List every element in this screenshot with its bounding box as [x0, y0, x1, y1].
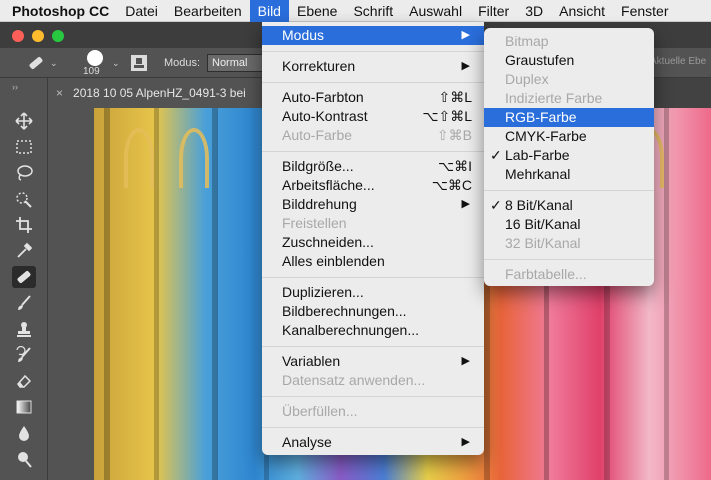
quick-selection-tool-icon[interactable] [12, 188, 36, 210]
menu-bild[interactable]: Bild [249, 0, 289, 22]
submenu-arrow-icon: ▶ [461, 436, 470, 448]
mode-label: Modus: [164, 57, 201, 69]
menu-ebene[interactable]: Ebene [289, 0, 345, 22]
submenu-item-graustufen[interactable]: Graustufen [484, 51, 654, 70]
checkmark-icon: ✓ [490, 147, 502, 163]
menu-bearbeiten[interactable]: Bearbeiten [166, 0, 250, 22]
minimize-window-button[interactable] [32, 30, 44, 42]
shortcut-label: ⌥⇧⌘L [422, 108, 472, 124]
menu-datei[interactable]: Datei [117, 0, 166, 22]
menu-item-bildgroesse[interactable]: Bildgröße... ⌥⌘I [262, 157, 484, 176]
healing-brush-tool-icon[interactable] [12, 266, 36, 288]
history-brush-tool-icon[interactable] [12, 344, 36, 366]
sample-layer-select[interactable]: Aktuelle Ebe [650, 56, 706, 67]
menu-item-auto-farbton[interactable]: Auto-Farbton ⇧⌘L [262, 88, 484, 107]
shortcut-label: ⇧⌘L [438, 89, 472, 105]
submenu-item-8-bit[interactable]: ✓ 8 Bit/Kanal [484, 196, 654, 215]
eyedropper-tool-icon[interactable] [12, 240, 36, 262]
bild-menu: Modus ▶ Korrekturen ▶ Auto-Farbton ⇧⌘L Auto… [262, 22, 484, 455]
menu-ansicht[interactable]: Ansicht [551, 0, 613, 22]
zoom-window-button[interactable] [52, 30, 64, 42]
clone-source-icon[interactable] [130, 48, 148, 78]
submenu-item-duplex: Duplex [505, 71, 549, 87]
menu-item-datensatz-anwenden: Datensatz anwenden... [282, 372, 426, 388]
gradient-tool-icon[interactable] [12, 396, 36, 418]
menu-item-arbeitsflaeche[interactable]: Arbeitsfläche... ⌥⌘C [262, 176, 484, 195]
close-window-button[interactable] [12, 30, 24, 42]
menu-item-kanalberechnungen[interactable]: Kanalberechnungen... [262, 321, 484, 340]
blur-tool-icon[interactable] [12, 422, 36, 444]
submenu-item-16-bit[interactable]: 16 Bit/Kanal [484, 215, 654, 234]
crop-tool-icon[interactable] [12, 214, 36, 236]
menu-schrift[interactable]: Schrift [345, 0, 401, 22]
mode-select[interactable]: Normal [207, 54, 267, 72]
menu-filter[interactable]: Filter [470, 0, 517, 22]
menu-item-zuschneiden[interactable]: Zuschneiden... [262, 233, 484, 252]
brush-size-preview[interactable] [87, 50, 103, 66]
close-tab-icon[interactable]: × [56, 86, 63, 100]
shortcut-label: ⇧⌘B [436, 127, 472, 143]
clone-stamp-tool-icon[interactable] [12, 318, 36, 340]
submenu-item-mehrkanal[interactable]: Mehrkanal [484, 165, 654, 184]
menu-item-auto-farbe: Auto-Farbe ⇧⌘B [282, 127, 472, 143]
brush-size-dropdown-icon[interactable]: ⌄ [112, 48, 120, 78]
brush-size-value: 109 [83, 66, 100, 77]
dodge-tool-icon[interactable] [12, 448, 36, 470]
menu-item-bilddrehung[interactable]: Bilddrehung ▶ [262, 195, 484, 214]
menu-fenster[interactable]: Fenster [613, 0, 676, 22]
document-tab[interactable]: × 2018 10 05 AlpenHZ_0491-3 bei [48, 78, 288, 108]
menu-item-freistellen: Freistellen [282, 215, 347, 231]
menu-item-korrekturen[interactable]: Korrekturen ▶ [262, 57, 484, 76]
shortcut-label: ⌥⌘C [431, 177, 472, 193]
move-tool-icon[interactable] [12, 110, 36, 132]
submenu-arrow-icon: ▶ [461, 198, 470, 210]
submenu-item-bitmap: Bitmap [505, 33, 549, 49]
submenu-arrow-icon: ▶ [461, 60, 470, 72]
submenu-arrow-icon: ▶ [461, 29, 470, 41]
submenu-arrow-icon: ▶ [461, 355, 470, 367]
submenu-item-farbtabelle: Farbtabelle... [505, 266, 587, 282]
submenu-item-32-bit: 32 Bit/Kanal [505, 235, 581, 251]
modus-submenu: Bitmap Graustufen Duplex Indizierte Farb… [484, 28, 654, 286]
menu-auswahl[interactable]: Auswahl [401, 0, 470, 22]
menu-item-variablen[interactable]: Variablen ▶ [262, 352, 484, 371]
submenu-item-lab-farbe[interactable]: ✓ Lab-Farbe [484, 146, 654, 165]
menu-item-analyse[interactable]: Analyse ▶ [262, 433, 484, 452]
menu-item-bildberechnungen[interactable]: Bildberechnungen... [262, 302, 484, 321]
menu-item-alles-einblenden[interactable]: Alles einblenden [262, 252, 484, 271]
checkmark-icon: ✓ [490, 197, 502, 213]
submenu-item-rgb-farbe[interactable]: RGB-Farbe [484, 108, 654, 127]
marquee-tool-icon[interactable] [12, 136, 36, 158]
brush-tool-icon[interactable] [12, 292, 36, 314]
shortcut-label: ⌥⌘I [437, 158, 472, 174]
lasso-tool-icon[interactable] [12, 162, 36, 184]
menu-bar: Photoshop CC Datei Bearbeiten Bild Ebene… [0, 0, 711, 22]
submenu-item-indizierte-farbe: Indizierte Farbe [505, 90, 603, 106]
menu-3d[interactable]: 3D [517, 0, 551, 22]
document-tab-title: 2018 10 05 AlpenHZ_0491-3 bei [73, 86, 246, 100]
toolbar-collapse-icon[interactable]: ›› [12, 82, 18, 92]
menu-item-auto-kontrast[interactable]: Auto-Kontrast ⌥⇧⌘L [262, 107, 484, 126]
eraser-tool-icon[interactable] [12, 370, 36, 392]
app-menu-photoshop[interactable]: Photoshop CC [0, 0, 117, 22]
menu-item-modus[interactable]: Modus ▶ [262, 26, 484, 45]
menu-item-duplizieren[interactable]: Duplizieren... [262, 283, 484, 302]
healing-brush-preset-icon[interactable]: ⌄ [26, 48, 58, 78]
submenu-item-cmyk-farbe[interactable]: CMYK-Farbe [484, 127, 654, 146]
menu-item-ueberfuellen: Überfüllen... [282, 403, 358, 419]
